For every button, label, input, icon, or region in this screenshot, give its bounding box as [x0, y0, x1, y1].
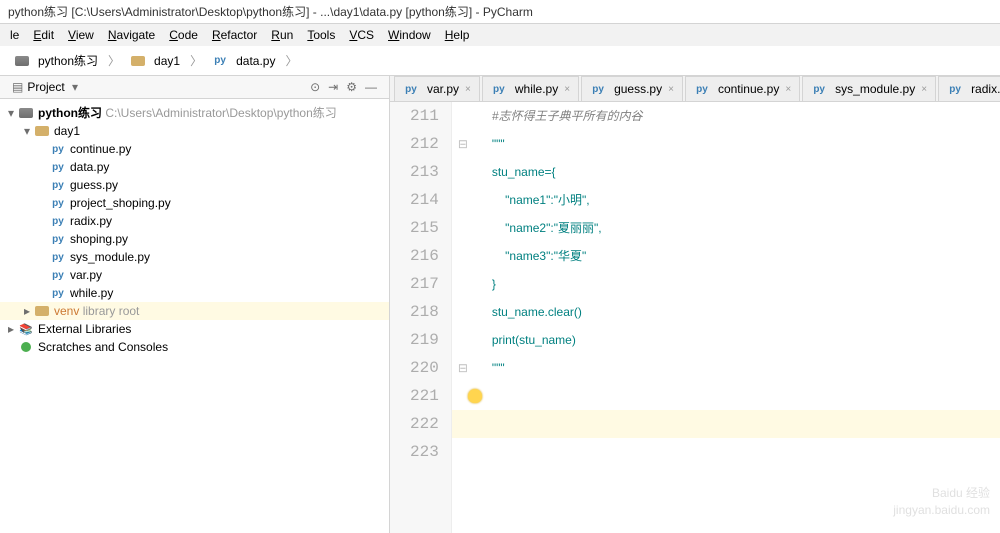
editor-tab[interactable]: pysys_module.py×: [802, 76, 936, 101]
close-icon[interactable]: ×: [783, 84, 791, 95]
python-file-icon: py: [947, 81, 963, 97]
menu-run[interactable]: Run: [265, 26, 299, 44]
folder-icon: [15, 56, 29, 66]
menu-code[interactable]: Code: [163, 26, 204, 44]
tree-external-libraries[interactable]: ▸External Libraries: [0, 320, 389, 338]
tree-file[interactable]: pysys_module.py: [0, 248, 389, 266]
tree-file[interactable]: pywhile.py: [0, 284, 389, 302]
breadcrumb-file[interactable]: pydata.py: [206, 51, 281, 71]
gear-icon[interactable]: ⚙: [342, 80, 361, 94]
menu-bar: leEditViewNavigateCodeRefactorRunToolsVC…: [0, 24, 1000, 46]
menu-view[interactable]: View: [62, 26, 100, 44]
close-icon[interactable]: ×: [666, 84, 674, 95]
menu-help[interactable]: Help: [439, 26, 476, 44]
editor-tab[interactable]: pycontinue.py×: [685, 76, 800, 101]
tree-file[interactable]: pyradix.py: [0, 212, 389, 230]
editor-tab[interactable]: pywhile.py×: [482, 76, 579, 101]
tree-scratches[interactable]: Scratches and Consoles: [0, 338, 389, 356]
python-file-icon: py: [694, 81, 710, 97]
editor-tab[interactable]: pyradix.×: [938, 76, 1000, 101]
tree-file[interactable]: pyshoping.py: [0, 230, 389, 248]
tree-file[interactable]: pyproject_shoping.py: [0, 194, 389, 212]
tree-file[interactable]: pyguess.py: [0, 176, 389, 194]
chevron-right-icon: 〉: [188, 52, 204, 69]
intention-bulb-icon[interactable]: [468, 389, 482, 403]
collapse-icon[interactable]: ⇥: [324, 80, 342, 94]
close-icon[interactable]: ×: [919, 84, 927, 95]
fold-icon[interactable]: ⊟: [458, 137, 468, 151]
tree-root[interactable]: ▾ python练习 C:\Users\Administrator\Deskto…: [0, 103, 389, 122]
python-file-icon: py: [50, 213, 66, 229]
editor-tab[interactable]: pyguess.py×: [581, 76, 683, 101]
chevron-right-icon: 〉: [283, 52, 299, 69]
tree-folder-venv[interactable]: ▸venv library root: [0, 302, 389, 320]
project-sidebar: ▤ Project ▾ ⊙ ⇥ ⚙ — ▾ python练习 C:\Users\…: [0, 76, 390, 533]
breadcrumb-project[interactable]: python练习: [8, 50, 104, 71]
menu-vcs[interactable]: VCS: [343, 26, 380, 44]
python-file-icon: py: [50, 177, 66, 193]
hide-icon[interactable]: —: [361, 80, 381, 94]
breadcrumb-bar: python练习〉 day1〉 pydata.py〉: [0, 46, 1000, 76]
tree-file[interactable]: pydata.py: [0, 158, 389, 176]
python-file-icon: py: [50, 267, 66, 283]
target-icon[interactable]: ⊙: [306, 80, 324, 94]
tree-folder-day1[interactable]: ▾day1: [0, 122, 389, 140]
scratch-icon: [21, 342, 31, 352]
project-panel-title: Project ▾: [27, 80, 306, 94]
close-icon[interactable]: ×: [562, 84, 570, 95]
library-icon: [18, 321, 34, 337]
editor-tab[interactable]: pyvar.py×: [394, 76, 480, 101]
editor-tabs: pyvar.py×pywhile.py×pyguess.py×pycontinu…: [390, 76, 1000, 102]
code-editor[interactable]: 211212213214215216217218219220221222223 …: [390, 102, 1000, 533]
python-file-icon: py: [811, 81, 827, 97]
tree-file[interactable]: pyvar.py: [0, 266, 389, 284]
python-file-icon: py: [403, 81, 419, 97]
folder-icon: [35, 306, 49, 316]
project-dropdown-icon[interactable]: ▤: [8, 80, 27, 94]
python-file-icon: py: [50, 141, 66, 157]
line-gutter: 211212213214215216217218219220221222223: [390, 102, 452, 533]
menu-navigate[interactable]: Navigate: [102, 26, 161, 44]
code-content[interactable]: #志怀得王子典平所有的内谷"""stu_name={ "name1":"小明",…: [452, 102, 1000, 533]
python-file-icon: py: [50, 195, 66, 211]
chevron-right-icon: 〉: [106, 52, 122, 69]
python-file-icon: py: [590, 81, 606, 97]
project-tree[interactable]: ▾ python练习 C:\Users\Administrator\Deskto…: [0, 99, 389, 533]
python-file-icon: py: [50, 231, 66, 247]
window-title: python练习 [C:\Users\Administrator\Desktop…: [0, 0, 1000, 24]
python-file-icon: py: [212, 53, 228, 69]
project-icon: [19, 108, 33, 118]
fold-icon[interactable]: ⊟: [458, 361, 468, 375]
folder-icon: [35, 126, 49, 136]
python-file-icon: py: [50, 249, 66, 265]
menu-refactor[interactable]: Refactor: [206, 26, 263, 44]
menu-window[interactable]: Window: [382, 26, 437, 44]
menu-edit[interactable]: Edit: [27, 26, 60, 44]
menu-tools[interactable]: Tools: [301, 26, 341, 44]
python-file-icon: py: [50, 285, 66, 301]
breadcrumb-folder[interactable]: day1: [124, 51, 186, 71]
python-file-icon: py: [50, 159, 66, 175]
close-icon[interactable]: ×: [463, 84, 471, 95]
tree-file[interactable]: pycontinue.py: [0, 140, 389, 158]
menu-file[interactable]: le: [4, 26, 25, 44]
python-file-icon: py: [491, 81, 507, 97]
editor-pane: pyvar.py×pywhile.py×pyguess.py×pycontinu…: [390, 76, 1000, 533]
folder-icon: [131, 56, 145, 66]
